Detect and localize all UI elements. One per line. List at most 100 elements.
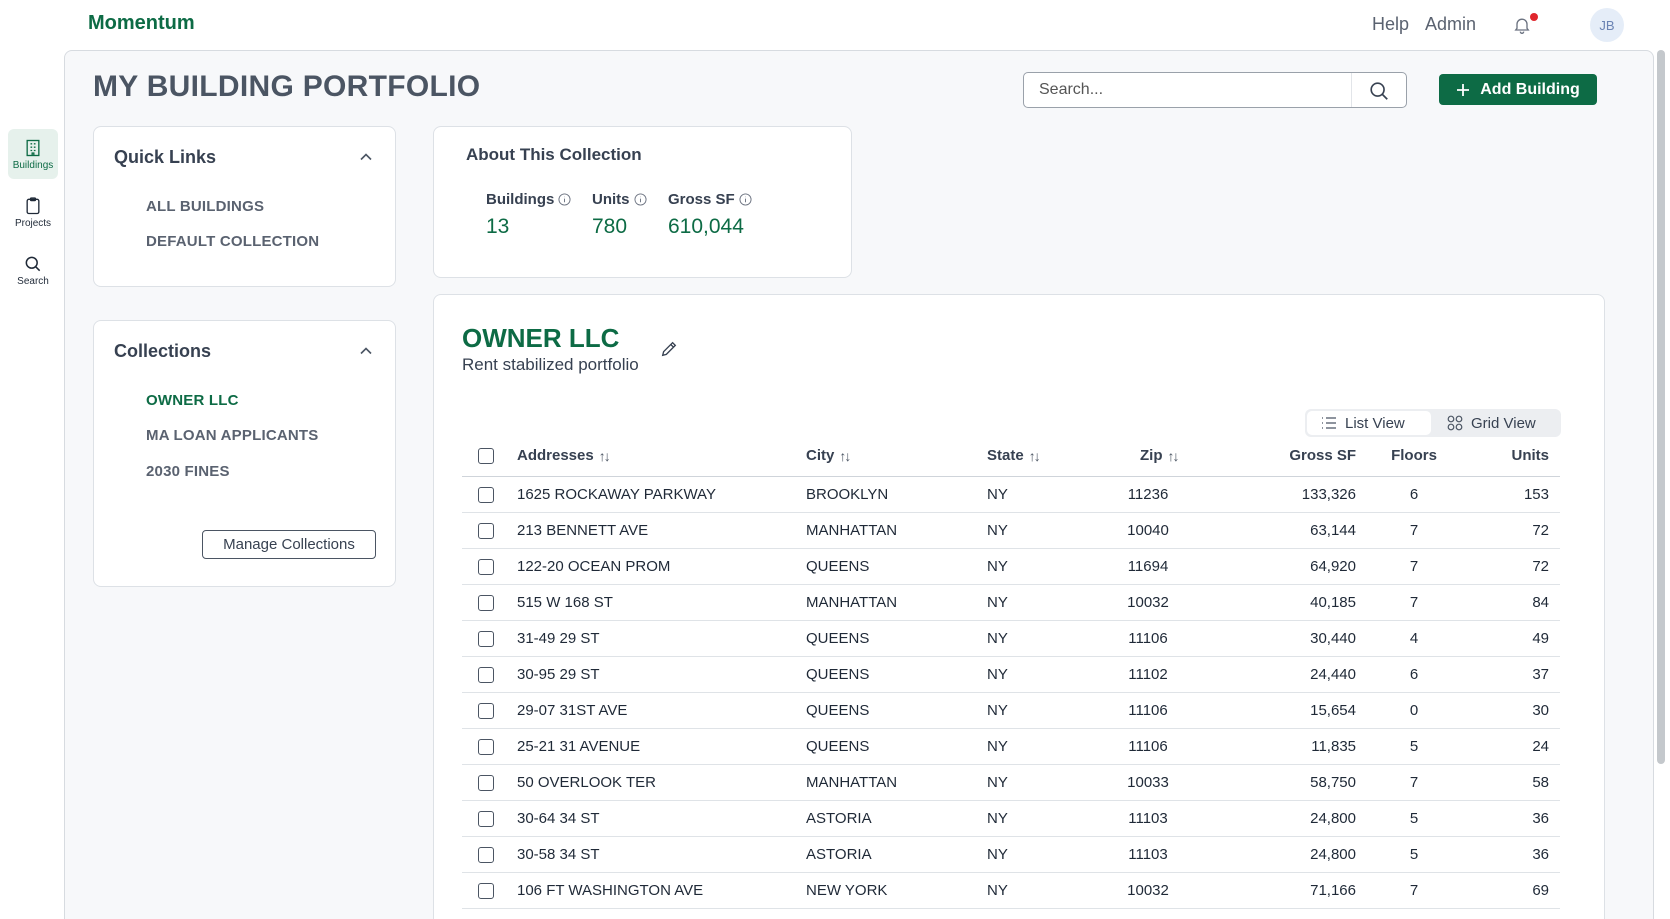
table-row[interactable]: 515 W 168 ST MANHATTAN NY 10032 40,185 7… — [462, 585, 1560, 621]
brand-logo[interactable]: Momentum — [88, 12, 195, 35]
cell-address[interactable]: 31-49 29 ST — [517, 621, 600, 656]
table-row[interactable]: 29-07 31ST AVE QUEENS NY 11106 15,654 0 … — [462, 693, 1560, 729]
avatar[interactable]: JB — [1590, 8, 1624, 42]
header-zip[interactable]: Zip ↑↓ — [1140, 435, 1180, 476]
row-checkbox[interactable] — [478, 882, 494, 899]
grid-view-button[interactable]: Grid View — [1433, 411, 1559, 435]
cell-floors: 6 — [1409, 666, 1419, 683]
cell-gross-sf: 24,800 — [1310, 810, 1356, 827]
cell-city: ASTORIA — [806, 846, 872, 863]
add-building-button[interactable]: Add Building — [1439, 74, 1597, 105]
cell-address[interactable]: 1625 ROCKAWAY PARKWAY — [517, 477, 716, 512]
search-input[interactable] — [1039, 79, 1349, 101]
cell-address[interactable]: 30-64 34 ST — [517, 801, 600, 836]
cell-gross-sf: 11,835 — [1311, 738, 1356, 755]
cell-zip: 11106 — [1128, 738, 1168, 755]
header-state[interactable]: State ↑↓ — [987, 435, 1041, 476]
cell-city: QUEENS — [806, 702, 870, 719]
cell-gross-sf: 71,166 — [1310, 882, 1356, 899]
cell-zip: 11106 — [1128, 630, 1168, 647]
cell-city: BROOKLYN — [806, 486, 889, 503]
cell-address[interactable]: 122-20 OCEAN PROM — [517, 549, 670, 584]
row-checkbox[interactable] — [478, 846, 494, 863]
row-checkbox[interactable] — [478, 522, 494, 539]
help-link[interactable]: Help — [1372, 14, 1409, 35]
table-row[interactable]: 213 BENNETT AVE MANHATTAN NY 10040 63,14… — [462, 513, 1560, 549]
select-all-cell — [478, 435, 494, 476]
table-row[interactable]: 106 FT WASHINGTON AVE NEW YORK NY 10032 … — [462, 873, 1560, 909]
chevron-up-icon[interactable] — [358, 343, 374, 359]
select-all-checkbox[interactable] — [478, 447, 494, 464]
admin-link[interactable]: Admin — [1425, 14, 1476, 35]
row-checkbox[interactable] — [478, 666, 494, 683]
rail-item-search[interactable]: Search — [8, 245, 58, 295]
cell-state: NY — [987, 486, 1008, 503]
row-select-cell — [478, 873, 494, 908]
grid-view-label: Grid View — [1471, 414, 1536, 432]
info-icon[interactable] — [633, 193, 647, 206]
row-checkbox[interactable] — [478, 558, 494, 575]
quick-link-all-buildings[interactable]: ALL BUILDINGS — [146, 198, 264, 215]
cell-city: QUEENS — [806, 558, 870, 575]
list-view-button[interactable]: List View — [1307, 411, 1431, 435]
cell-address[interactable]: 29-07 31ST AVE — [517, 693, 627, 728]
about-collection-card: About This Collection Buildings 13 Units… — [433, 126, 852, 278]
table-row[interactable]: 25-21 31 AVENUE QUEENS NY 11106 11,835 5… — [462, 729, 1560, 765]
rail-item-projects[interactable]: Projects — [8, 187, 58, 237]
cell-city: QUEENS — [806, 738, 870, 755]
row-select-cell — [478, 549, 494, 584]
rail-item-label: Projects — [14, 217, 52, 229]
about-title: About This Collection — [466, 145, 642, 164]
cell-address[interactable]: 30-95 29 ST — [517, 657, 600, 692]
row-checkbox[interactable] — [478, 810, 494, 827]
table-row[interactable]: 50 OVERLOOK TER MANHATTAN NY 10033 58,75… — [462, 765, 1560, 801]
cell-address[interactable]: 50 OVERLOOK TER — [517, 765, 656, 800]
cell-address[interactable]: 25-21 31 AVENUE — [517, 729, 640, 764]
collections-card: Collections OWNER LLC MA LOAN APPLICANTS… — [93, 320, 396, 587]
row-checkbox[interactable] — [478, 594, 494, 611]
search-icon — [25, 256, 41, 271]
cell-gross-sf: 133,326 — [1301, 486, 1356, 503]
cell-units: 36 — [1532, 810, 1549, 827]
page-scrollbar[interactable] — [1657, 50, 1665, 764]
info-icon[interactable] — [739, 193, 752, 206]
collection-item-ma-loan-applicants[interactable]: MA LOAN APPLICANTS — [146, 427, 318, 444]
table-row[interactable]: 1625 ROCKAWAY PARKWAY BROOKLYN NY 11236 … — [462, 477, 1560, 513]
table-row[interactable]: 31-49 29 ST QUEENS NY 11106 30,440 4 49 — [462, 621, 1560, 657]
row-checkbox[interactable] — [478, 702, 494, 719]
row-checkbox[interactable] — [478, 738, 494, 755]
bell-icon[interactable] — [1512, 14, 1532, 36]
manage-collections-button[interactable]: Manage Collections — [202, 530, 376, 559]
quick-links-card: Quick Links ALL BUILDINGS DEFAULT COLLEC… — [93, 126, 396, 287]
collection-item-owner-llc[interactable]: OWNER LLC — [146, 392, 239, 409]
cell-units: 37 — [1532, 666, 1549, 683]
table-row[interactable]: 122-20 OCEAN PROM QUEENS NY 11694 64,920… — [462, 549, 1560, 585]
cell-units: 30 — [1532, 702, 1549, 719]
cell-address[interactable]: 30-58 34 ST — [517, 837, 600, 872]
table-row[interactable]: 30-64 34 ST ASTORIA NY 11103 24,800 5 36 — [462, 801, 1560, 837]
cell-address[interactable]: 515 W 168 ST — [517, 585, 613, 620]
cell-state: NY — [987, 702, 1008, 719]
pencil-icon[interactable] — [660, 340, 678, 358]
table-row[interactable]: 30-95 29 ST QUEENS NY 11102 24,440 6 37 — [462, 657, 1560, 693]
header-city[interactable]: City ↑↓ — [806, 435, 851, 476]
info-icon[interactable] — [558, 193, 571, 206]
row-checkbox[interactable] — [478, 486, 494, 503]
search-button[interactable] — [1362, 77, 1396, 105]
chevron-up-icon[interactable] — [358, 149, 374, 165]
cell-address[interactable]: 106 FT WASHINGTON AVE — [517, 873, 703, 908]
rail-item-buildings[interactable]: Buildings — [8, 129, 58, 179]
quick-link-default-collection[interactable]: DEFAULT COLLECTION — [146, 233, 319, 250]
cell-zip: 10032 — [1127, 882, 1169, 899]
collection-item-2030-fines[interactable]: 2030 FINES — [146, 463, 230, 480]
header-address[interactable]: Addresses ↑↓ — [517, 435, 611, 476]
cell-city: ASTORIA — [806, 810, 872, 827]
cell-state: NY — [987, 630, 1008, 647]
search-icon — [1370, 82, 1388, 100]
row-checkbox[interactable] — [478, 630, 494, 647]
sort-icon: ↑↓ — [839, 447, 851, 464]
list-view-label: List View — [1345, 414, 1405, 432]
table-row[interactable]: 30-58 34 ST ASTORIA NY 11103 24,800 5 36 — [462, 837, 1560, 873]
row-checkbox[interactable] — [478, 774, 494, 791]
cell-address[interactable]: 213 BENNETT AVE — [517, 513, 648, 548]
